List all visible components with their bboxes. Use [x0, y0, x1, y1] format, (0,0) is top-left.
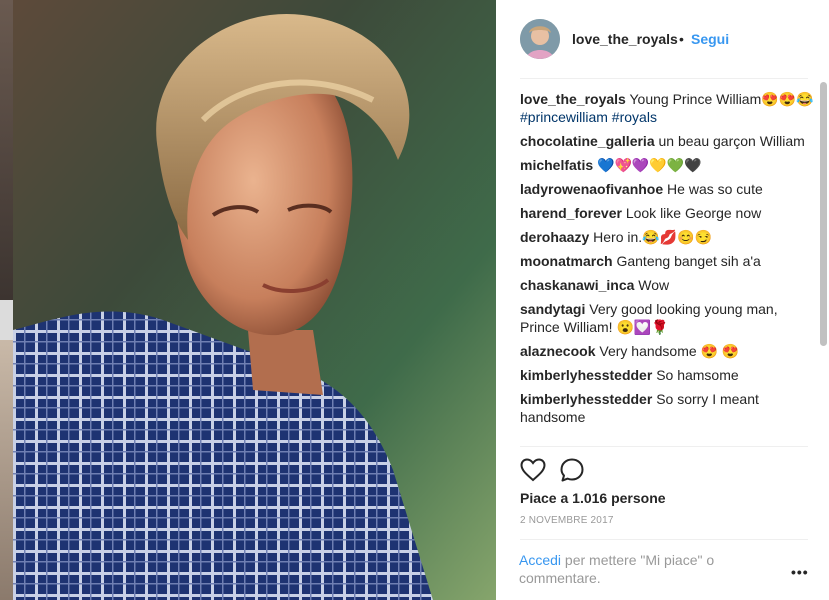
comment-username[interactable]: chaskanawi_inca: [520, 277, 634, 293]
post-side-panel: love_the_royals • Segui love_the_royals …: [496, 0, 829, 600]
list-item: michelfatis 💙💖💜💛💚🖤: [520, 156, 820, 174]
list-item: moonatmarch Ganteng banget sih a'a: [520, 252, 820, 270]
comment-text: Hero in.😂💋😊😏: [593, 229, 712, 245]
login-prompt: Accedi per mettere "Mi piace" o commenta…: [519, 551, 759, 587]
likes-count[interactable]: Piace a 1.016 persone: [520, 490, 666, 506]
comment-text: Very handsome 😍 😍: [599, 343, 740, 359]
hashtags[interactable]: #princewilliam #royals: [520, 109, 657, 125]
comment-text: Look like George now: [625, 205, 762, 221]
comment-text: So hamsome: [656, 367, 739, 383]
comment-bubble-icon[interactable]: [559, 457, 585, 483]
comment-username[interactable]: michelfatis: [520, 157, 593, 173]
comment-username[interactable]: moonatmarch: [520, 253, 613, 269]
comment-username[interactable]: kimberlyhesstedder: [520, 367, 652, 383]
more-options-icon[interactable]: •••: [791, 564, 809, 580]
list-item: kimberlyhesstedder So sorry I meant hand…: [520, 390, 820, 426]
comments-list[interactable]: love_the_royals Young Prince William😍😍😂 …: [520, 90, 820, 446]
comment-username[interactable]: derohaazy: [520, 229, 589, 245]
heart-outline-icon[interactable]: [520, 458, 546, 482]
list-item: derohaazy Hero in.😂💋😊😏: [520, 228, 820, 246]
list-item: chocolatine_galleria un beau garçon Will…: [520, 132, 820, 150]
header-username[interactable]: love_the_royals: [572, 31, 678, 47]
comment-text: Young Prince William😍😍😂: [629, 91, 814, 107]
comment-text: He was so cute: [667, 181, 763, 197]
post-date[interactable]: 2 NOVEMBRE 2017: [520, 515, 614, 526]
header-divider: [520, 78, 808, 79]
list-item: harend_forever Look like George now: [520, 204, 820, 222]
comment-username[interactable]: kimberlyhesstedder: [520, 391, 652, 407]
comment-username[interactable]: chocolatine_galleria: [520, 133, 655, 149]
comment-username[interactable]: sandytagi: [520, 301, 585, 317]
separator-dot: •: [679, 31, 684, 47]
comment-username[interactable]: ladyrowenaofivanhoe: [520, 181, 663, 197]
list-item: ladyrowenaofivanhoe He was so cute: [520, 180, 820, 198]
comment-text: 💙💖💜💛💚🖤: [597, 157, 702, 173]
list-item: alaznecook Very handsome 😍 😍: [520, 342, 820, 360]
comment-text: Wow: [638, 277, 670, 293]
comment-username[interactable]: love_the_royals: [520, 91, 626, 107]
post-photo[interactable]: [13, 0, 496, 600]
post-header: love_the_royals • Segui: [496, 0, 829, 78]
follow-button[interactable]: Segui: [691, 31, 729, 47]
list-item: chaskanawi_inca Wow: [520, 276, 820, 294]
avatar[interactable]: [520, 19, 560, 59]
background-left-strip: [0, 0, 13, 600]
list-item: kimberlyhesstedder So hamsome: [520, 366, 820, 384]
comment-text: Ganteng banget sih a'a: [616, 253, 761, 269]
comments-scrollbar[interactable]: [820, 82, 827, 346]
bottom-divider: [520, 539, 808, 540]
comment-username[interactable]: harend_forever: [520, 205, 622, 221]
list-item: sandytagi Very good looking young man, P…: [520, 300, 820, 336]
login-link[interactable]: Accedi: [519, 552, 561, 568]
post-photo-image: [13, 0, 496, 600]
comment-text: un beau garçon William: [658, 133, 805, 149]
caption-comment: love_the_royals Young Prince William😍😍😂 …: [520, 90, 820, 126]
actions-divider: [520, 446, 808, 447]
comment-username[interactable]: alaznecook: [520, 343, 595, 359]
